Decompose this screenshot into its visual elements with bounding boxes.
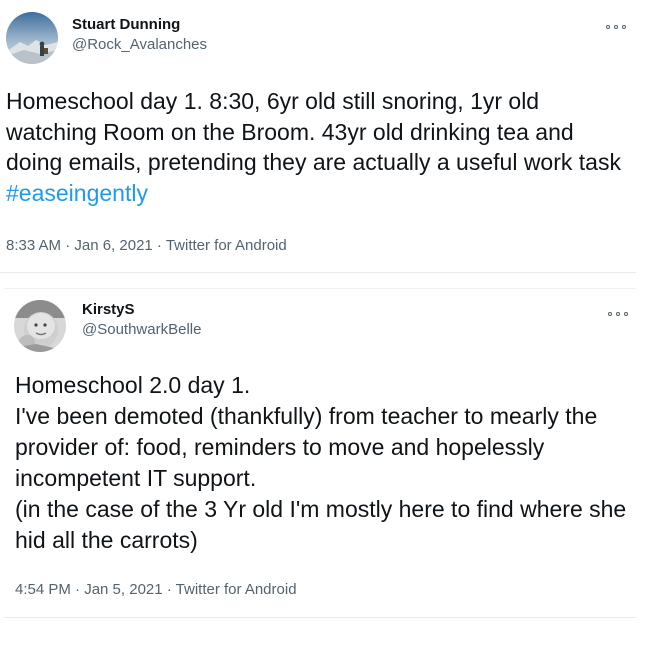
tweet-card[interactable]: KirstyS @SouthwarkBelle Homeschool 2.0 d…	[4, 288, 636, 618]
hashtag-link[interactable]: #easeingently	[6, 180, 148, 206]
tweet-header: KirstyS @SouthwarkBelle	[14, 300, 201, 352]
more-options-icon[interactable]	[608, 309, 628, 319]
tweet-meta[interactable]: 4:54 PM · Jan 5, 2021 · Twitter for Andr…	[15, 580, 297, 600]
user-names: Stuart Dunning @Rock_Avalanches	[72, 15, 207, 55]
baby-photo-avatar-icon	[14, 300, 66, 352]
user-handle[interactable]: @Rock_Avalanches	[72, 35, 207, 55]
display-name[interactable]: KirstyS	[82, 300, 201, 320]
user-handle[interactable]: @SouthwarkBelle	[82, 320, 201, 340]
tweet-header: Stuart Dunning @Rock_Avalanches	[6, 12, 207, 64]
user-names: KirstyS @SouthwarkBelle	[82, 300, 201, 340]
tweet-body-text: Homeschool day 1. 8:30, 6yr old still sn…	[6, 88, 628, 175]
tweet-text: Homeschool day 1. 8:30, 6yr old still sn…	[6, 86, 630, 208]
more-options-icon[interactable]	[606, 22, 626, 32]
page: Stuart Dunning @Rock_Avalanches Homescho…	[0, 0, 648, 648]
avatar[interactable]	[14, 300, 66, 352]
avatar[interactable]	[6, 12, 58, 64]
tweet-card[interactable]: Stuart Dunning @Rock_Avalanches Homescho…	[0, 0, 636, 273]
mountain-photo-avatar-icon	[6, 12, 58, 64]
display-name[interactable]: Stuart Dunning	[72, 15, 207, 35]
tweet-meta[interactable]: 8:33 AM · Jan 6, 2021 · Twitter for Andr…	[6, 236, 287, 256]
tweet-text: Homeschool 2.0 day 1. I've been demoted …	[15, 372, 627, 553]
